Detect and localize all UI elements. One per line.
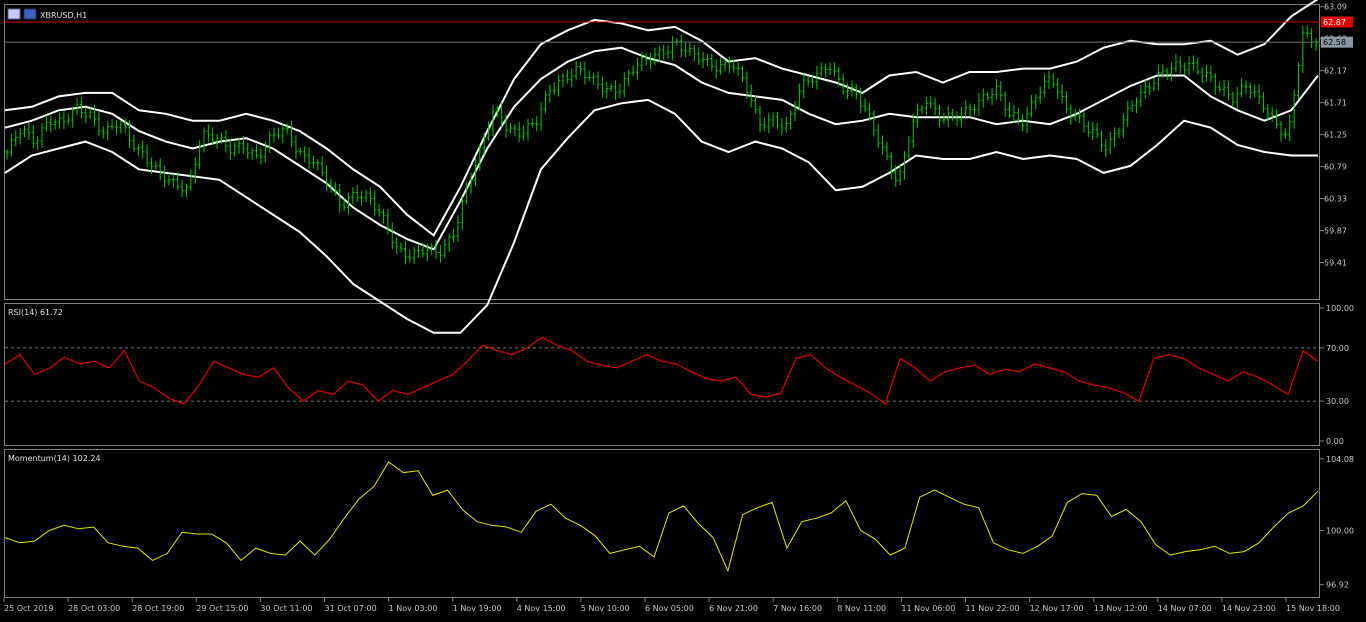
- time-tick-label: 28 Oct 19:00: [132, 604, 184, 613]
- rsi-tick-label: 70.00: [1326, 344, 1349, 353]
- price-panel[interactable]: 63.0962.6362.1761.7161.2560.7960.3359.87…: [4, 0, 1353, 334]
- momentum-axis-ticks: 104.08 100.00 96.92: [1320, 455, 1354, 590]
- time-tick-label: 14 Nov 07:00: [1158, 604, 1212, 613]
- time-tick-label: 30 Oct 11:00: [260, 604, 312, 613]
- upper-band-line: [4, 0, 1319, 237]
- flag-icon: [23, 8, 37, 20]
- time-tick-label: 14 Nov 23:00: [1222, 604, 1276, 613]
- momentum-tick-label: 104.08: [1326, 455, 1354, 464]
- price-tick-label: 62.17: [1324, 67, 1347, 76]
- time-tick-label: 6 Nov 05:00: [645, 604, 694, 613]
- time-tick-label: 13 Nov 12:00: [1094, 604, 1148, 613]
- rsi-panel[interactable]: 100.00 70.00 30.00 0.00 RSI(14) 61.72: [4, 304, 1354, 446]
- price-tick-label: 60.79: [1324, 163, 1347, 172]
- rsi-title: RSI(14) 61.72: [8, 308, 63, 317]
- time-tick-label: 5 Nov 10:00: [581, 604, 630, 613]
- rsi-panel-frame: [4, 303, 1320, 446]
- symbol-title: XBRUSD,H1: [40, 11, 87, 20]
- time-tick-label: 8 Nov 11:00: [837, 604, 886, 613]
- time-tick-label: 28 Oct 03:00: [68, 604, 120, 613]
- momentum-panel-frame: [4, 449, 1320, 598]
- price-tick-label: 61.71: [1324, 99, 1347, 108]
- time-tick-label: 29 Oct 15:00: [196, 604, 248, 613]
- momentum-title: Momentum(14) 102.24: [8, 454, 101, 463]
- time-tick-label: 11 Nov 06:00: [901, 604, 955, 613]
- price-tick-label: 63.09: [1324, 3, 1347, 12]
- momentum-tick-label: 100.00: [1326, 527, 1354, 536]
- momentum-tick-label: 96.92: [1326, 581, 1349, 590]
- time-tick-label: 1 Nov 19:00: [453, 604, 502, 613]
- lower-band-line: [4, 98, 1318, 334]
- rsi-tick-label: 100.00: [1326, 304, 1354, 313]
- price-tick-label: 60.33: [1324, 195, 1347, 204]
- time-axis: 25 Oct 2019 28 Oct 03:00 28 Oct 19:00 29 Oc…: [3, 598, 1340, 613]
- price-tick-label: 59.41: [1324, 259, 1347, 268]
- rsi-tick-label: 0.00: [1326, 437, 1344, 446]
- panel-frames: [4, 4, 1320, 598]
- middle-band-line: [4, 46, 1319, 251]
- bollinger-bands: [4, 0, 1319, 334]
- rsi-line: [4, 336, 1319, 405]
- time-tick-label: 12 Nov 17:00: [1030, 604, 1084, 613]
- momentum-panel[interactable]: 104.08 100.00 96.92 Momentum(14) 102.24: [4, 454, 1354, 590]
- bid-price-label: 62.58: [1323, 38, 1346, 47]
- time-tick-label: 6 Nov 21:00: [709, 604, 758, 613]
- momentum-line: [4, 461, 1319, 573]
- time-tick-label: 31 Oct 07:00: [325, 604, 377, 613]
- price-tick-label: 59.87: [1324, 227, 1347, 236]
- chart-terminal[interactable]: 63.0962.6362.1761.7161.2560.7960.3359.87…: [0, 0, 1366, 618]
- rsi-tick-label: 30.00: [1326, 397, 1349, 406]
- time-tick-label: 1 Nov 03:00: [389, 604, 438, 613]
- time-tick-label: 11 Nov 22:00: [966, 604, 1020, 613]
- ask-price-label: 62.87: [1323, 18, 1346, 27]
- time-tick-label: 4 Nov 15:00: [517, 604, 566, 613]
- time-tick-label: 7 Nov 16:00: [773, 604, 822, 613]
- rsi-axis-ticks: 100.00 70.00 30.00 0.00: [1320, 304, 1354, 446]
- time-tick-label: 25 Oct 2019: [4, 604, 53, 613]
- price-panel-frame: [4, 4, 1320, 300]
- price-tick-label: 61.25: [1324, 131, 1347, 140]
- flag-icon: [7, 8, 21, 20]
- time-tick-label: 15 Nov 18:00: [1286, 604, 1340, 613]
